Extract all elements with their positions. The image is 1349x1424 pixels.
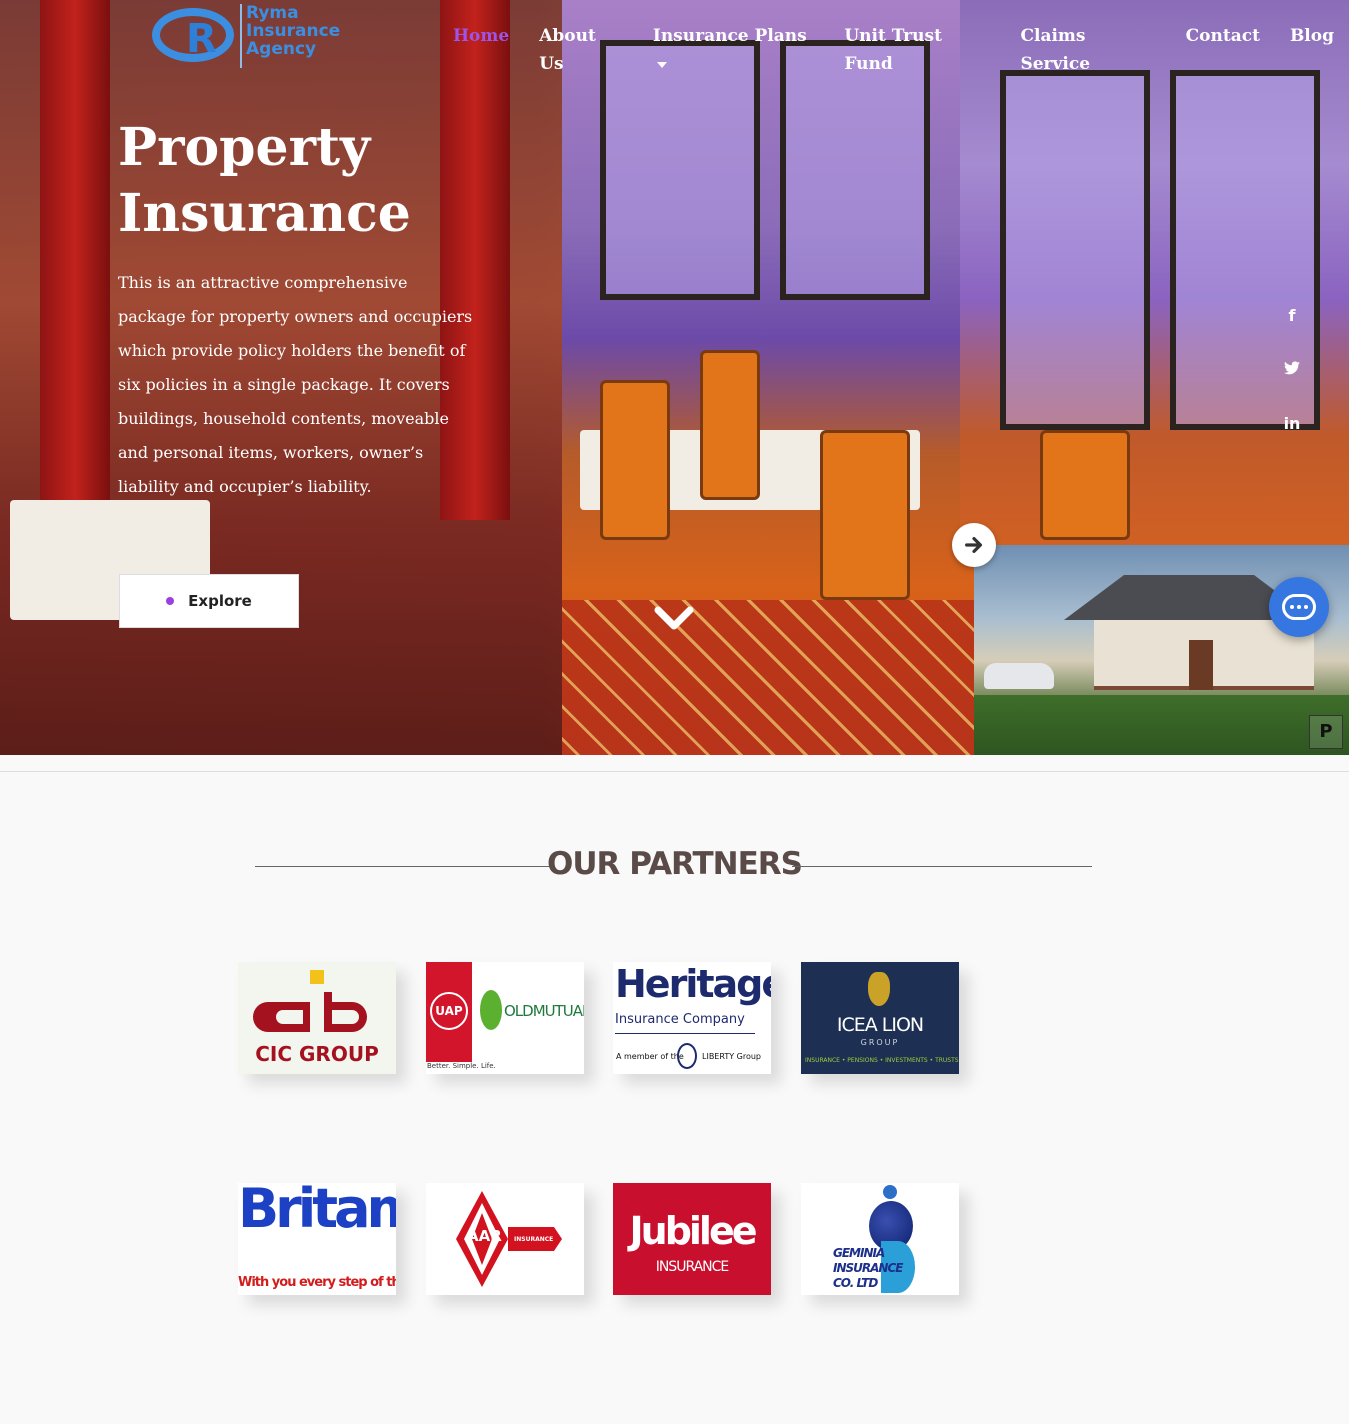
jubilee-sub: INSURANCE xyxy=(655,1259,730,1275)
oldmutual-emblem xyxy=(480,990,502,1030)
nav-home[interactable]: Home xyxy=(438,22,524,50)
lawn-image xyxy=(974,695,1349,755)
liberty-label: LIBERTY Group xyxy=(702,1052,762,1061)
heritage-rule xyxy=(615,1033,755,1034)
partner-logo-cic[interactable]: CIC GROUP xyxy=(238,962,396,1074)
linkedin-icon[interactable]: in xyxy=(1282,414,1302,433)
nav-insurance-plans[interactable]: Insurance Plans xyxy=(638,22,829,68)
logo-divider xyxy=(240,4,242,68)
chair-decoration xyxy=(600,380,670,540)
aar-emblem xyxy=(456,1191,562,1287)
uap-tagline: Better. Simple. Life. xyxy=(427,1062,496,1070)
caret-down-icon xyxy=(656,61,667,68)
nav-unit-trust-fund[interactable]: Unit Trust Fund xyxy=(829,22,1005,74)
next-slide-button[interactable] xyxy=(952,523,996,567)
explore-button[interactable]: Explore xyxy=(119,574,299,628)
nav-contact[interactable]: Contact xyxy=(1171,22,1275,50)
partner-logo-jubilee[interactable]: Jubilee INSURANCE xyxy=(613,1183,771,1295)
chair-decoration xyxy=(1040,430,1130,540)
icea-tagline: INSURANCE • PENSIONS • INVESTMENTS • TRU… xyxy=(805,1057,959,1064)
aar-label: AAR xyxy=(467,1227,502,1245)
partner-logo-aar[interactable]: AAR INSURANCE xyxy=(426,1183,584,1295)
geminia-line1: GEMINIA xyxy=(833,1246,885,1260)
window-pane xyxy=(780,40,930,300)
logo-line3: Agency xyxy=(246,39,317,59)
hero-title: Property Insurance xyxy=(118,115,518,247)
britam-tagline: With you every step of the way xyxy=(238,1275,396,1290)
partner-logo-uap-oldmutual[interactable]: UAP OLDMUTUAL Better. Simple. Life. xyxy=(426,962,584,1074)
partner-logo-icea-lion[interactable]: ICEA LION GROUP INSURANCE • PENSIONS • I… xyxy=(801,962,959,1074)
icea-label: ICEA LION xyxy=(836,1014,924,1036)
heritage-sub: Insurance Company xyxy=(615,1012,745,1027)
chevron-down-icon[interactable] xyxy=(654,598,694,638)
geminia-line3: CO. LTD xyxy=(833,1276,878,1290)
partner-logo-geminia[interactable]: GEMINIA INSURANCE CO. LTD xyxy=(801,1183,959,1295)
car-image xyxy=(984,663,1054,689)
corner-logo-icon[interactable]: P xyxy=(1309,715,1343,749)
logo-line1: Ryma xyxy=(246,3,299,23)
nav-claims-service[interactable]: Claims Service xyxy=(1005,22,1170,74)
nav-insurance-plans-label: Insurance Plans xyxy=(652,26,807,46)
explore-label: Explore xyxy=(188,592,252,610)
chat-icon xyxy=(1282,594,1316,620)
twitter-icon[interactable] xyxy=(1282,360,1302,379)
site-logo[interactable]: R Ryma Insurance Agency xyxy=(150,2,340,72)
lion-emblem-icon xyxy=(868,972,890,1006)
title-rule-right xyxy=(792,866,1092,867)
section-divider xyxy=(0,771,1349,772)
nav-about-us[interactable]: About Us xyxy=(524,22,638,74)
nav-blog[interactable]: Blog xyxy=(1275,22,1349,50)
britam-label: Britam xyxy=(238,1183,396,1240)
partner-logo-heritage[interactable]: Heritage Insurance Company A member of t… xyxy=(613,962,771,1074)
twitter-glyph xyxy=(1284,361,1300,375)
logo-line2: Insurance xyxy=(246,21,341,41)
window-pane xyxy=(1000,70,1150,430)
partners-title: OUR PARTNERS xyxy=(547,846,803,882)
facebook-icon[interactable]: f xyxy=(1282,306,1302,325)
bullet-icon xyxy=(166,597,175,605)
jubilee-label: Jubilee xyxy=(629,1209,758,1253)
uap-label: UAP xyxy=(430,992,468,1030)
logo-letter: R xyxy=(186,16,217,62)
partner-logo-britam[interactable]: Britam With you every step of the way xyxy=(238,1183,396,1295)
aar-sub: INSURANCE xyxy=(514,1236,554,1243)
main-nav: Home About Us Insurance Plans Unit Trust… xyxy=(438,22,1349,74)
liberty-emblem-icon xyxy=(677,1043,697,1069)
chair-decoration xyxy=(700,350,760,500)
arrow-right-icon xyxy=(965,536,983,554)
curtain-decoration xyxy=(40,0,110,520)
hero-title-line2: Insurance xyxy=(118,183,411,244)
hero-section: P R Ryma Insurance Agency Home About Us … xyxy=(0,0,1349,755)
carpet-decoration xyxy=(562,600,974,755)
oldmutual-label: OLDMUTUAL xyxy=(504,1002,584,1020)
heritage-label: Heritage xyxy=(615,962,771,1006)
geminia-line2: INSURANCE xyxy=(833,1261,903,1275)
chair-decoration xyxy=(820,430,910,600)
window-pane xyxy=(600,40,760,300)
hero-title-line1: Property xyxy=(118,117,371,178)
chat-button[interactable] xyxy=(1269,577,1329,637)
geminia-label: GEMINIA INSURANCE CO. LTD xyxy=(833,1246,903,1291)
icea-sub: GROUP xyxy=(860,1038,900,1047)
logo-text: Ryma Insurance Agency xyxy=(246,4,340,58)
house-door xyxy=(1189,640,1213,690)
cic-label: CIC GROUP xyxy=(255,1042,379,1066)
hero-description: This is an attractive comprehensive pack… xyxy=(118,273,473,496)
heritage-tagline: A member of the xyxy=(616,1052,684,1061)
geminia-head-icon xyxy=(883,1185,897,1199)
